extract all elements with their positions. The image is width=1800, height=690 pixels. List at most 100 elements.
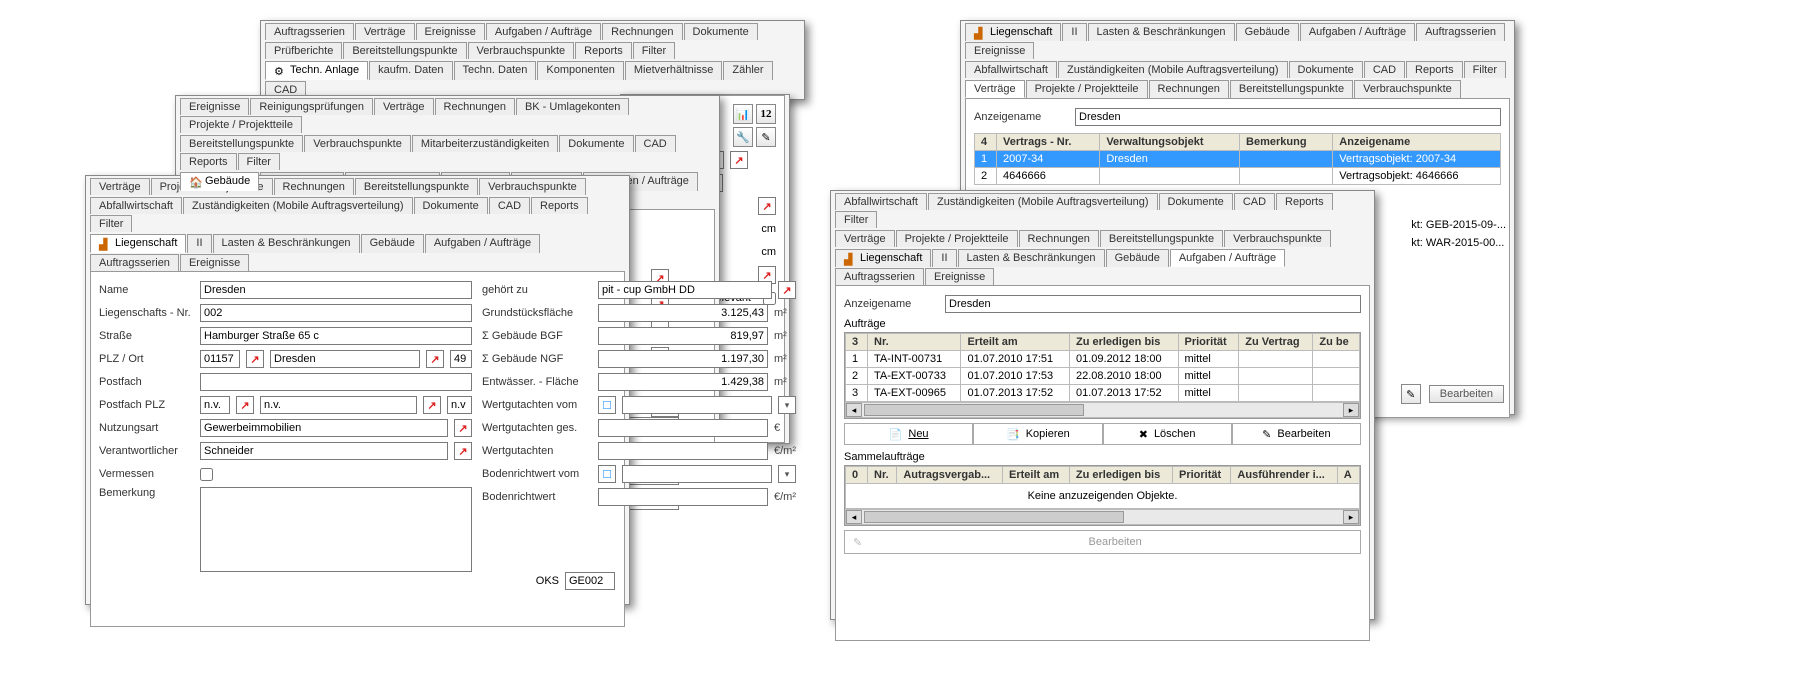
- lookup-button[interactable]: ↗: [454, 419, 472, 437]
- table-row[interactable]: 24646666Vertragsobjekt: 4646666: [975, 168, 1501, 185]
- col-header[interactable]: Zu be: [1313, 334, 1360, 351]
- ort-lookup-button[interactable]: ↗: [426, 350, 444, 368]
- tab[interactable]: Ereignisse: [180, 254, 249, 271]
- auftraege-table[interactable]: 3 Nr. Erteilt am Zu erledigen bis Priori…: [845, 333, 1360, 402]
- lookup-button[interactable]: ↗: [730, 151, 748, 169]
- chart-icon[interactable]: 📊: [733, 104, 753, 124]
- tab[interactable]: Filter: [835, 211, 877, 228]
- wand-icon[interactable]: ✎: [756, 127, 776, 147]
- tab[interactable]: Reports: [531, 197, 588, 214]
- tab[interactable]: Verbrauchspunkte: [304, 135, 411, 152]
- tab[interactable]: Aufgaben / Aufträge: [486, 23, 601, 40]
- tab[interactable]: Reinigungsprüfungen: [250, 98, 373, 115]
- tab[interactable]: CAD: [635, 135, 676, 152]
- ngf-input[interactable]: [598, 350, 768, 368]
- table-row[interactable]: 3TA-EXT-0096501.07.2013 17:5201.07.2013 …: [846, 385, 1360, 402]
- lookup-button[interactable]: ↗: [758, 197, 776, 215]
- tab[interactable]: Aufgaben / Aufträge: [425, 234, 540, 253]
- tab[interactable]: Dokumente: [684, 23, 758, 40]
- tab[interactable]: Rechnungen: [1019, 230, 1099, 247]
- tab[interactable]: Auftragsserien: [265, 23, 354, 40]
- wgg-input[interactable]: [598, 419, 768, 437]
- col-header[interactable]: Nr.: [868, 334, 961, 351]
- tab[interactable]: Verträge: [374, 98, 434, 115]
- br-input[interactable]: [598, 488, 768, 506]
- col-header[interactable]: Vertrags - Nr.: [997, 134, 1100, 151]
- brv-input[interactable]: [622, 465, 772, 483]
- tab[interactable]: Lasten & Beschränkungen: [213, 234, 360, 253]
- tab[interactable]: Aufgaben / Aufträge: [1300, 23, 1415, 41]
- tool-icon[interactable]: 12: [756, 104, 776, 124]
- tab[interactable]: Techn. Daten: [454, 61, 537, 80]
- tab[interactable]: Dokumente: [414, 197, 488, 214]
- tab[interactable]: Bereitstellungspunkte: [1230, 80, 1353, 98]
- scroll-left[interactable]: ◂: [846, 510, 862, 524]
- tab[interactable]: kaufm. Daten: [369, 61, 452, 80]
- tab[interactable]: Prüfberichte: [265, 42, 342, 59]
- tab[interactable]: Abfallwirtschaft: [965, 61, 1057, 78]
- tab[interactable]: Reports: [180, 153, 237, 170]
- oks-input[interactable]: [565, 572, 615, 590]
- tab[interactable]: Ereignisse: [925, 268, 994, 285]
- tab[interactable]: CAD: [1234, 193, 1275, 210]
- col-header[interactable]: Anzeigename: [1333, 134, 1501, 151]
- ort-code-input[interactable]: [450, 350, 472, 368]
- tab[interactable]: Verbrauchspunkte: [479, 178, 586, 195]
- tab[interactable]: Abfallwirtschaft: [835, 193, 927, 210]
- tab[interactable]: Zähler: [723, 61, 772, 80]
- col-header[interactable]: Verwaltungsobjekt: [1100, 134, 1240, 151]
- tab[interactable]: Ereignisse: [965, 42, 1034, 59]
- tab[interactable]: Projekte / Projektteile: [896, 230, 1018, 247]
- tab[interactable]: Verbrauchspunkte: [1354, 80, 1461, 98]
- tab[interactable]: Verbrauchspunkte: [468, 42, 575, 59]
- scroll-thumb[interactable]: [864, 404, 1084, 416]
- tab[interactable]: Mitarbeiterzuständigkeiten: [412, 135, 558, 152]
- tab[interactable]: Gebäude: [361, 234, 424, 253]
- tab[interactable]: Gebäude: [1236, 23, 1299, 41]
- tab[interactable]: ▟Liegenschaft: [835, 249, 931, 267]
- tab[interactable]: Zuständigkeiten (Mobile Auftragsverteilu…: [183, 197, 413, 214]
- plz-input[interactable]: [200, 350, 240, 368]
- col-header[interactable]: Bemerkung: [1240, 134, 1333, 151]
- tab[interactable]: Rechnungen: [435, 98, 515, 115]
- wrench-icon[interactable]: 🔧: [733, 127, 753, 147]
- tab[interactable]: BK - Umlagekonten: [516, 98, 629, 115]
- tab[interactable]: Rechnungen: [1149, 80, 1229, 98]
- tab[interactable]: II: [932, 249, 956, 267]
- wgv-input[interactable]: [622, 396, 772, 414]
- scroll-right[interactable]: ▸: [1343, 510, 1359, 524]
- wg-input[interactable]: [598, 442, 768, 460]
- tab-aufgaben[interactable]: Aufgaben / Aufträge: [1170, 249, 1285, 267]
- col-header[interactable]: Zu erledigen bis: [1069, 334, 1178, 351]
- tab[interactable]: Bereitstellungspunkte: [1100, 230, 1223, 247]
- tab[interactable]: Bereitstellungspunkte: [355, 178, 478, 195]
- tab[interactable]: Lasten & Beschränkungen: [1088, 23, 1235, 41]
- tab[interactable]: Ereignisse: [180, 98, 249, 115]
- scroll-right[interactable]: ▸: [1343, 403, 1359, 417]
- col-header[interactable]: Erteilt am: [961, 334, 1070, 351]
- vermessen-checkbox[interactable]: [200, 468, 213, 481]
- tab[interactable]: Rechnungen: [602, 23, 682, 40]
- date-dropdown[interactable]: ▾: [778, 465, 796, 483]
- table-row[interactable]: 1TA-INT-0073101.07.2010 17:5101.09.2012 …: [846, 351, 1360, 368]
- nutzung-input[interactable]: [200, 419, 448, 437]
- check-toggle[interactable]: ☐: [598, 396, 616, 414]
- tab[interactable]: Bereitstellungspunkte: [180, 135, 303, 152]
- gehoert-input[interactable]: [598, 281, 772, 299]
- tab[interactable]: Zuständigkeiten (Mobile Auftragsverteilu…: [928, 193, 1158, 210]
- pfplz-c[interactable]: [447, 396, 472, 414]
- bemerkung-textarea[interactable]: [200, 487, 472, 572]
- tab[interactable]: Verträge: [90, 178, 150, 195]
- tab[interactable]: Auftragsserien: [1416, 23, 1505, 41]
- tab[interactable]: Komponenten: [537, 61, 624, 80]
- tab[interactable]: Lasten & Beschränkungen: [958, 249, 1105, 267]
- col-header[interactable]: Zu erledigen bis: [1069, 467, 1172, 484]
- name-input[interactable]: [200, 281, 472, 299]
- tab[interactable]: Projekte / Projektteile: [1026, 80, 1148, 98]
- sammel-table[interactable]: 0 Nr. Autragsvergab... Erteilt am Zu erl…: [845, 466, 1360, 509]
- neu-button[interactable]: Neu: [908, 428, 928, 440]
- scroll-left[interactable]: ◂: [846, 403, 862, 417]
- anzeigename-input[interactable]: [1075, 108, 1501, 126]
- col-header[interactable]: Priorität: [1178, 334, 1239, 351]
- tab[interactable]: Verträge: [835, 230, 895, 247]
